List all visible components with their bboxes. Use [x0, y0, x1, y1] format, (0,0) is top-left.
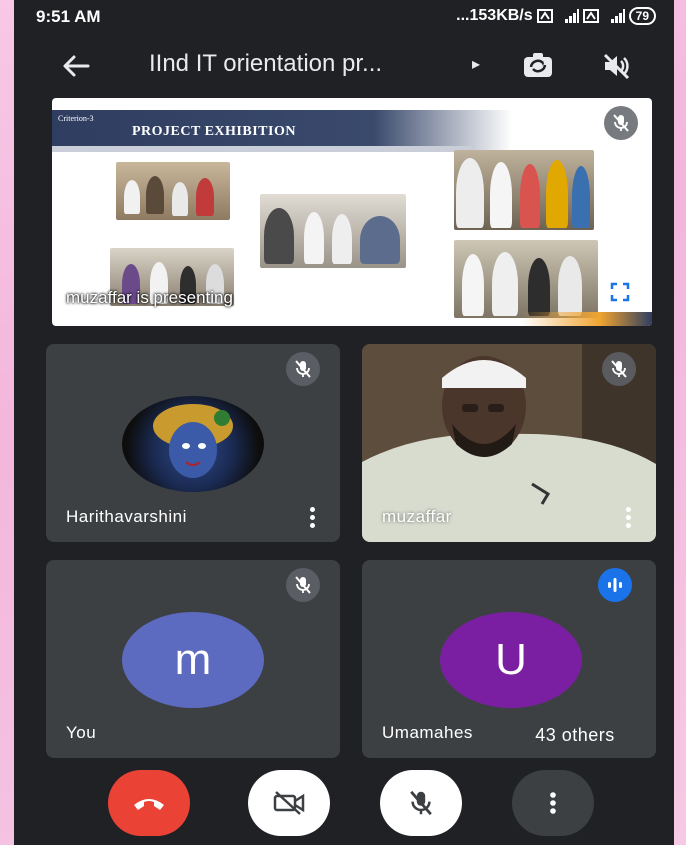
- back-button[interactable]: [58, 48, 94, 84]
- meeting-toolbar: IInd IT orientation pr... ▸: [14, 40, 674, 88]
- title-expand-arrow[interactable]: ▸: [472, 54, 480, 74]
- slide-photo: [116, 162, 230, 220]
- battery-indicator: 79: [628, 7, 656, 25]
- dot: [625, 514, 631, 520]
- avatar: m: [122, 612, 264, 708]
- dot: [625, 506, 631, 512]
- audio-output-button[interactable]: [596, 46, 636, 86]
- meeting-title[interactable]: IInd IT orientation pr...: [149, 50, 382, 78]
- participant-name: Harithavarshini: [66, 507, 187, 526]
- participant-name: muzaffar: [382, 507, 452, 526]
- status-network: ...153KB/s 79: [456, 7, 656, 25]
- avatar: [122, 396, 264, 492]
- mic-off-icon: [410, 790, 432, 816]
- participant-name: You: [66, 723, 97, 742]
- participant-tile[interactable]: muzaffar: [362, 344, 656, 542]
- more-vertical-icon: [550, 792, 556, 814]
- mic-off-icon: [295, 576, 311, 594]
- slide-footer: [522, 312, 652, 326]
- mic-off-icon: [295, 360, 311, 378]
- status-bar: 9:51 AM ...153KB/s 79: [14, 0, 674, 34]
- speaking-indicator: [598, 568, 632, 602]
- dot: [309, 514, 315, 520]
- participant-tile[interactable]: m You: [46, 560, 340, 758]
- meeting-screen: 9:51 AM ...153KB/s 79 IInd IT orientatio…: [14, 0, 674, 845]
- avatar-initial: m: [174, 635, 212, 684]
- presenter-mic-status: [604, 106, 638, 140]
- presenting-label: muzaffar is presenting: [66, 288, 233, 307]
- dot: [309, 522, 315, 528]
- profile-image-icon: [153, 404, 233, 478]
- camera-off-icon: [273, 791, 305, 815]
- others-chip[interactable]: 43 others: [498, 715, 652, 755]
- slide-header: Criterion-3 PROJECT EXHIBITION: [52, 110, 512, 152]
- signal-icon: [610, 9, 625, 23]
- network-speed: ...153KB/s: [456, 7, 533, 24]
- slide-photo: [454, 150, 594, 230]
- participant-mic-status: [602, 352, 636, 386]
- mic-off-icon: [613, 114, 629, 132]
- slide-photo: [454, 240, 598, 318]
- participant-mic-status: [286, 352, 320, 386]
- avatar-initial: U: [495, 635, 527, 684]
- volume-off-icon: [603, 53, 630, 80]
- slide-criterion: Criterion-3: [58, 114, 94, 123]
- fullscreen-button[interactable]: [600, 272, 640, 312]
- switch-camera-icon: [524, 53, 552, 77]
- data-icon: [582, 9, 599, 23]
- participant-tile[interactable]: Harithavarshini: [46, 344, 340, 542]
- slide-photo: [260, 194, 406, 268]
- camera-toggle-button[interactable]: [248, 770, 330, 836]
- participant-menu-button[interactable]: [618, 502, 638, 532]
- participant-name: Umamahes: [382, 723, 473, 742]
- slide-title: PROJECT EXHIBITION: [132, 124, 296, 139]
- mic-toggle-button[interactable]: [380, 770, 462, 836]
- more-options-button[interactable]: [512, 770, 594, 836]
- dot: [309, 506, 315, 512]
- arrow-left-icon: [63, 55, 90, 77]
- audio-wave-icon: [608, 578, 622, 592]
- participant-menu-button[interactable]: [302, 502, 322, 532]
- end-call-icon: [134, 799, 164, 810]
- signal-icon: [564, 9, 579, 23]
- presentation-tile[interactable]: Criterion-3 PROJECT EXHIBITION muzaffar …: [52, 98, 652, 326]
- participant-mic-status: [286, 568, 320, 602]
- slide-header-underline: [52, 146, 472, 152]
- switch-camera-button[interactable]: [518, 46, 558, 86]
- status-time: 9:51 AM: [36, 7, 101, 26]
- fullscreen-icon: [610, 282, 630, 302]
- speed-icon: [536, 9, 553, 23]
- mic-off-icon: [611, 360, 627, 378]
- avatar: U: [440, 612, 582, 708]
- end-call-button[interactable]: [108, 770, 190, 836]
- dot: [625, 522, 631, 528]
